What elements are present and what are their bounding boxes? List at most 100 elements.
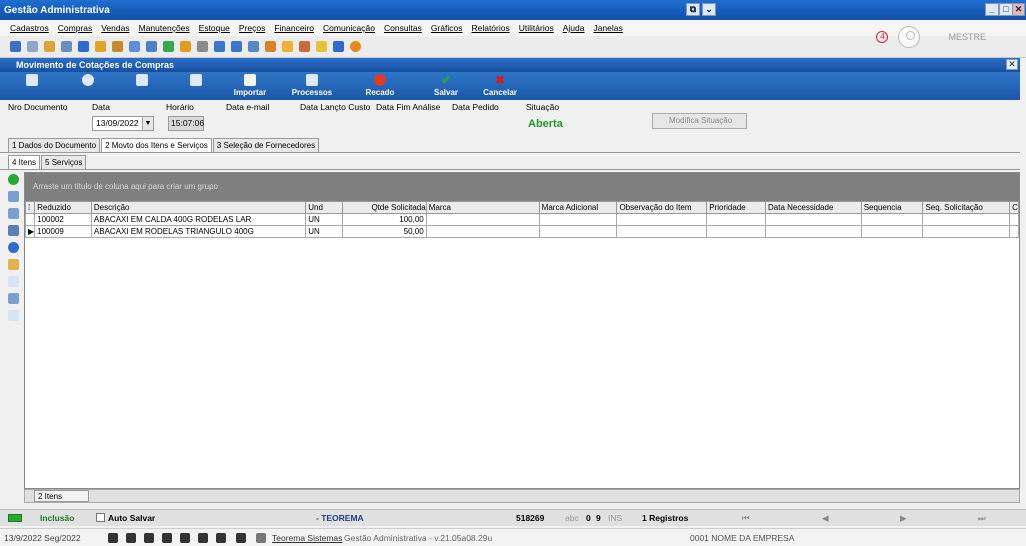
toolbar-icon-14[interactable] bbox=[231, 41, 242, 52]
cell[interactable] bbox=[706, 213, 767, 226]
col-marca[interactable]: Marca bbox=[425, 201, 540, 214]
col-reduzido[interactable]: Reduzido bbox=[34, 201, 92, 214]
toolbar-icon-2[interactable] bbox=[27, 41, 38, 52]
menu-vendas[interactable]: Vendas bbox=[101, 23, 129, 33]
prev-record-icon[interactable]: ◀ bbox=[822, 513, 829, 524]
toolbar-icon-7[interactable] bbox=[112, 41, 123, 52]
cell[interactable]: 100009 bbox=[34, 225, 92, 238]
toolbar-icon-20[interactable] bbox=[333, 41, 344, 52]
document-icon[interactable] bbox=[8, 276, 19, 287]
toolbar-icon-16[interactable] bbox=[265, 41, 276, 52]
cell[interactable] bbox=[706, 225, 767, 238]
tab-itens[interactable]: 4 Itens bbox=[8, 155, 41, 169]
edit-icon[interactable] bbox=[8, 191, 19, 202]
toolbar-icon-13[interactable] bbox=[214, 41, 225, 52]
menu-graficos[interactable]: Gráficos bbox=[431, 23, 463, 33]
youtube-icon[interactable] bbox=[180, 533, 190, 543]
menu-ajuda[interactable]: Ajuda bbox=[563, 23, 585, 33]
menu-janelas[interactable]: Janelas bbox=[593, 23, 622, 33]
toolbar-icon-15[interactable] bbox=[248, 41, 259, 52]
group-panel[interactable]: Arraste um título de coluna aqui para cr… bbox=[25, 173, 1019, 201]
col-marca-adicional[interactable]: Marca Adicional bbox=[538, 201, 618, 214]
tab-selecao-fornecedores[interactable]: 3 Seleção de Fornecedores bbox=[212, 138, 320, 152]
cell[interactable] bbox=[860, 213, 924, 226]
menu-financeiro[interactable]: Financeiro bbox=[274, 23, 314, 33]
vendor-link[interactable]: Teorema Sistemas bbox=[272, 533, 342, 543]
last-record-icon[interactable]: ⏭ bbox=[978, 513, 986, 524]
avatar[interactable] bbox=[898, 26, 921, 48]
processos-button[interactable]: Processos bbox=[282, 74, 342, 97]
menu-relatorios[interactable]: Relatórios bbox=[471, 23, 509, 33]
modify-status-button[interactable]: Modifica Situação bbox=[652, 113, 747, 129]
cell[interactable]: ABACAXI EM RODELAS TRIANGULO 400G bbox=[90, 225, 307, 238]
cell[interactable] bbox=[616, 225, 708, 238]
salvar-button[interactable]: ✔ Salvar bbox=[416, 74, 476, 97]
toolbar-icon-9[interactable] bbox=[146, 41, 157, 52]
whatsapp-icon[interactable] bbox=[108, 533, 118, 543]
cell[interactable] bbox=[1009, 225, 1019, 238]
toolbar-icon-11[interactable] bbox=[180, 41, 191, 52]
cell[interactable] bbox=[616, 213, 708, 226]
menu-estoque[interactable]: Estoque bbox=[199, 23, 230, 33]
cell[interactable]: UN bbox=[305, 225, 344, 238]
col-seq-solicitacao[interactable]: Seq. Solicitação bbox=[922, 201, 1011, 214]
close-button[interactable]: ✕ bbox=[1012, 3, 1025, 16]
cell[interactable] bbox=[538, 213, 618, 226]
menu-cadastros[interactable]: Cadastros bbox=[10, 23, 49, 33]
col-und[interactable]: Und bbox=[305, 201, 344, 214]
recado-button[interactable]: Recado bbox=[350, 74, 410, 97]
toolbar-icon-19[interactable] bbox=[316, 41, 327, 52]
auto-save-checkbox[interactable] bbox=[96, 513, 105, 522]
toolbar-icon-6[interactable] bbox=[95, 41, 106, 52]
menu-manutencoes[interactable]: Manutenções bbox=[139, 23, 190, 33]
cell[interactable]: ABACAXI EM CALDA 400G RODELAS LAR bbox=[90, 213, 307, 226]
cell[interactable] bbox=[860, 225, 924, 238]
tab-dados-documento[interactable]: 1 Dados do Documento bbox=[8, 138, 101, 152]
restore-icon[interactable]: ⧉ bbox=[686, 3, 700, 16]
cell[interactable] bbox=[1009, 213, 1019, 226]
toolbar-icon-4[interactable] bbox=[61, 41, 72, 52]
col-prioridade[interactable]: Prioridade bbox=[706, 201, 767, 214]
cell[interactable] bbox=[765, 213, 862, 226]
tab-servicos[interactable]: 5 Serviços bbox=[41, 155, 87, 169]
child-close-icon[interactable]: ✕ bbox=[1006, 59, 1018, 70]
minimize-button[interactable]: _ bbox=[985, 3, 999, 16]
col-descricao[interactable]: Descrição bbox=[90, 201, 307, 214]
facebook-icon[interactable] bbox=[216, 533, 226, 543]
skype-icon[interactable] bbox=[236, 533, 246, 543]
menu-utilitarios[interactable]: Utilitários bbox=[519, 23, 554, 33]
folder-icon[interactable] bbox=[8, 259, 19, 270]
toolbar-icon-1[interactable] bbox=[10, 41, 21, 52]
cell[interactable] bbox=[922, 225, 1011, 238]
maximize-button[interactable]: □ bbox=[999, 3, 1013, 16]
toolbar-icon-17[interactable] bbox=[282, 41, 293, 52]
notification-badge[interactable]: 4 bbox=[876, 31, 889, 43]
undo-button[interactable] bbox=[2, 74, 62, 88]
col-qtde-solicitada[interactable]: Qtde Solicitada bbox=[342, 201, 427, 214]
twitter-icon[interactable] bbox=[198, 533, 208, 543]
first-record-icon[interactable]: ⏮ bbox=[742, 513, 750, 524]
cancelar-button[interactable]: ✖ Cancelar bbox=[470, 74, 530, 97]
tools-button[interactable] bbox=[166, 74, 226, 88]
email-icon[interactable] bbox=[126, 533, 136, 543]
info-icon[interactable] bbox=[8, 242, 19, 253]
menu-consultas[interactable]: Consultas bbox=[384, 23, 422, 33]
record-button[interactable] bbox=[58, 74, 118, 88]
toolbar-icon-12[interactable] bbox=[197, 41, 208, 52]
add-icon[interactable] bbox=[8, 174, 19, 185]
menu-compras[interactable]: Compras bbox=[58, 23, 92, 33]
toolbar-icon-10[interactable] bbox=[163, 41, 174, 52]
time-field[interactable]: 15:07:06 bbox=[168, 116, 204, 131]
col-sequencia[interactable]: Sequencia bbox=[860, 201, 924, 214]
toolbar-icon-5[interactable] bbox=[78, 41, 89, 52]
cell[interactable]: UN bbox=[305, 213, 344, 226]
cell[interactable] bbox=[922, 213, 1011, 226]
instagram-icon[interactable] bbox=[144, 533, 154, 543]
col-observacao[interactable]: Observação do Item bbox=[616, 201, 708, 214]
cell[interactable] bbox=[538, 225, 618, 238]
toolbar-icon-8[interactable] bbox=[129, 41, 140, 52]
next-record-icon[interactable]: ▶ bbox=[900, 513, 907, 524]
cell[interactable] bbox=[425, 213, 540, 226]
menu-comunicacao[interactable]: Comunicação bbox=[323, 23, 375, 33]
table-row[interactable]: 100002 ABACAXI EM CALDA 400G RODELAS LAR… bbox=[24, 213, 1019, 226]
